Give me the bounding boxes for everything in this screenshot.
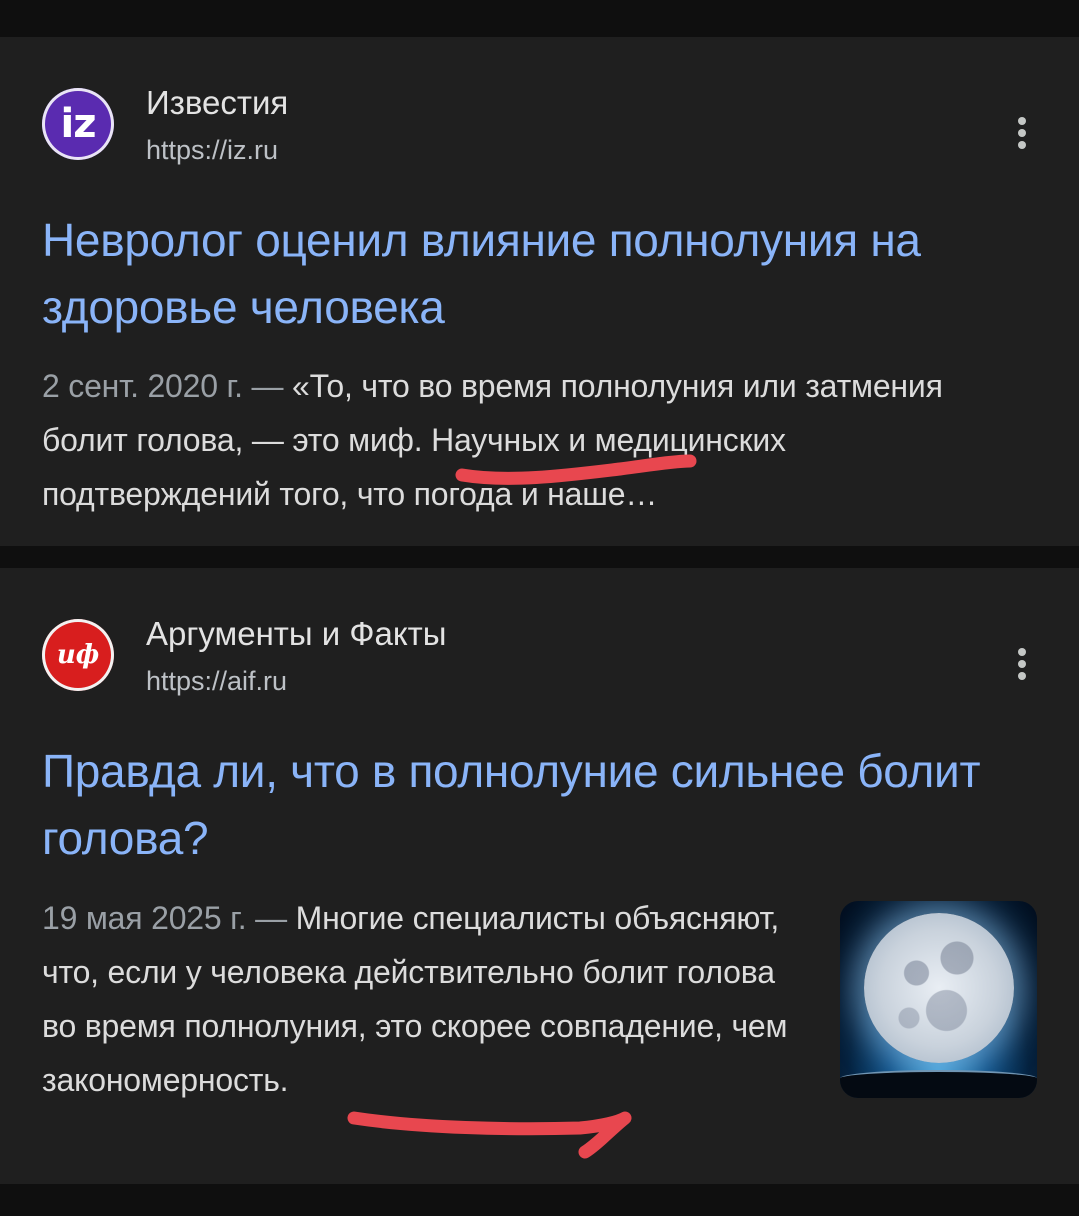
horizon-image	[840, 1070, 1037, 1098]
logo-text: иф	[56, 640, 100, 670]
source-url[interactable]: https://aif.ru	[146, 664, 287, 698]
result-title-link[interactable]: Правда ли, что в полнолуние сильнее боли…	[42, 738, 1022, 872]
source-name[interactable]: Известия	[146, 83, 288, 123]
aif-logo-icon: иф	[42, 619, 114, 691]
more-options-icon[interactable]	[1004, 113, 1040, 153]
moon-image	[864, 913, 1014, 1063]
logo-text: iz	[60, 101, 97, 147]
full-moon-thumbnail[interactable]	[840, 901, 1037, 1098]
result-date: 19 мая 2025 г. —	[42, 900, 287, 936]
result-snippet: 2 сент. 2020 г. — «То, что во время полн…	[42, 359, 1002, 521]
izvestia-logo-icon: iz	[42, 88, 114, 160]
search-result-card[interactable]: iz Известия https://iz.ru Невролог оцени…	[0, 37, 1079, 546]
result-title-link[interactable]: Невролог оценил влияние полнолуния на зд…	[42, 207, 1022, 341]
source-url[interactable]: https://iz.ru	[146, 133, 278, 167]
source-name[interactable]: Аргументы и Факты	[146, 614, 446, 654]
result-snippet: 19 мая 2025 г. — Многие специалисты объя…	[42, 891, 802, 1107]
search-result-card[interactable]: иф Аргументы и Факты https://aif.ru Прав…	[0, 568, 1079, 1184]
more-options-icon[interactable]	[1004, 644, 1040, 684]
result-date: 2 сент. 2020 г. —	[42, 368, 284, 404]
